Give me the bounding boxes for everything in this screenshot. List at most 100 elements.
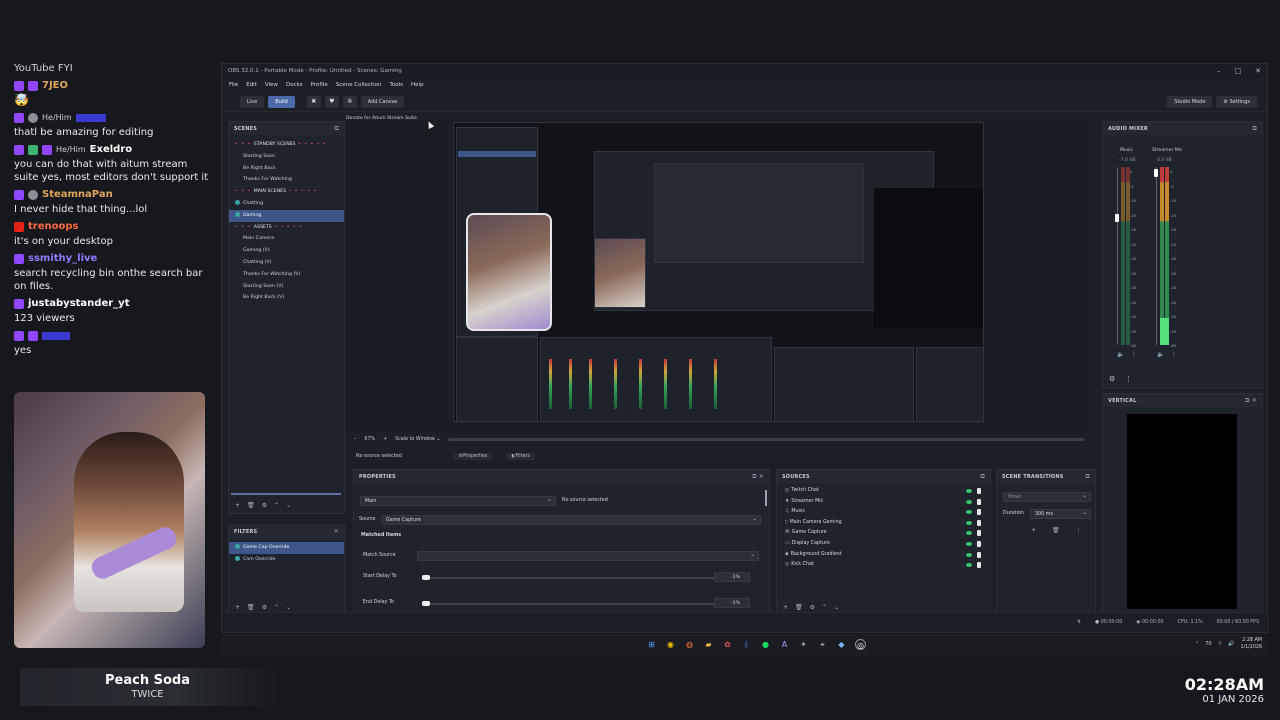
- lock-icon[interactable]: [977, 551, 981, 558]
- preview-canvas[interactable]: [453, 122, 984, 422]
- gear-icon[interactable]: ✲: [342, 95, 357, 108]
- trash-icon[interactable]: 🗑: [247, 502, 255, 509]
- lock-icon[interactable]: [977, 488, 981, 494]
- move-down-icon[interactable]: ⌄: [286, 604, 291, 611]
- end-delay-slider[interactable]: [424, 603, 714, 605]
- scene-item[interactable]: Starting Soon: [229, 151, 344, 163]
- menu-edit[interactable]: Edit: [246, 82, 257, 88]
- match-source-select[interactable]: [417, 550, 759, 561]
- visibility-eye-icon[interactable]: [966, 499, 972, 504]
- tools-icon[interactable]: ✖: [306, 95, 321, 108]
- scene-item[interactable]: Chatting: [229, 198, 344, 210]
- move-up-icon[interactable]: ⌃: [274, 502, 279, 509]
- zoom-in-icon[interactable]: +: [383, 437, 387, 442]
- scenes-scroll-track[interactable]: [231, 493, 341, 495]
- duration-spinbox[interactable]: 300 ms: [1030, 508, 1091, 519]
- properties-button[interactable]: ⚙Properties: [453, 452, 493, 460]
- start-delay-slider[interactable]: [424, 577, 714, 579]
- music-fader-track[interactable]: [1117, 167, 1118, 345]
- build-button[interactable]: Build: [268, 95, 295, 108]
- folder-icon[interactable]: ▰: [703, 639, 714, 650]
- source-select[interactable]: Game Capture: [381, 514, 761, 525]
- speaker-icon[interactable]: 🔈: [1157, 351, 1164, 358]
- mixer-more-icon[interactable]: ⋮: [1125, 375, 1132, 383]
- wifi-icon[interactable]: ⌔: [1218, 641, 1223, 647]
- source-item[interactable]: ◎ Kick Chat: [777, 560, 990, 571]
- visibility-eye-icon[interactable]: [966, 531, 972, 536]
- menu-docks[interactable]: Docks: [286, 82, 303, 88]
- mixer-settings-icon[interactable]: ⚙: [1109, 375, 1115, 383]
- menu-scene-collection[interactable]: Scene Collection: [336, 82, 382, 88]
- chrome-icon[interactable]: ◉: [665, 639, 676, 650]
- add-icon[interactable]: +: [783, 604, 788, 611]
- source-item[interactable]: ◆ Background Gradient: [777, 550, 990, 561]
- add-icon[interactable]: +: [1031, 527, 1036, 534]
- scene-group-header[interactable]: • • • STANDBY SCENES • • • • •: [229, 139, 344, 151]
- scene-item[interactable]: Main Camera: [229, 233, 344, 245]
- dock-close-icon[interactable]: ✕: [334, 528, 339, 535]
- source-item[interactable]: ♫ Music: [777, 507, 990, 518]
- visibility-eye-icon[interactable]: [966, 489, 972, 493]
- scene-item[interactable]: Gaming (V): [229, 245, 344, 257]
- end-delay-handle[interactable]: [422, 601, 430, 606]
- dock-float-icon[interactable]: ⧉ ✕: [752, 473, 764, 481]
- menu-file[interactable]: File: [229, 82, 238, 88]
- scene-group-header[interactable]: • • • MAIN SCENES • • • • •: [229, 186, 344, 198]
- spotify-icon[interactable]: ●: [760, 639, 771, 650]
- lock-icon[interactable]: [977, 498, 981, 505]
- maximize-icon[interactable]: □: [1235, 67, 1242, 75]
- scene-item[interactable]: Thanks For Watching (V): [229, 269, 344, 281]
- heart-icon[interactable]: ♥: [324, 95, 339, 108]
- start-delay-handle[interactable]: [422, 575, 430, 580]
- menu-help[interactable]: Help: [411, 82, 424, 88]
- close-icon[interactable]: ✕: [1255, 67, 1261, 75]
- lock-icon[interactable]: [977, 540, 981, 547]
- properties-scrollbar[interactable]: [765, 490, 767, 506]
- mic-fader-track[interactable]: [1156, 167, 1157, 345]
- trash-icon[interactable]: 🗑: [795, 604, 803, 611]
- scene-item[interactable]: Thanks For Watching: [229, 174, 344, 186]
- settings-icon[interactable]: ⚙: [262, 502, 267, 509]
- source-item[interactable]: ⌘ Game Capture: [777, 528, 990, 539]
- filter-item[interactable]: Game Cap Override: [229, 542, 344, 554]
- minimize-icon[interactable]: –: [1217, 67, 1221, 75]
- filters-button[interactable]: ◐Filters: [506, 452, 535, 460]
- zoom-out-icon[interactable]: –: [354, 437, 356, 442]
- more-icon[interactable]: ⋮: [1131, 351, 1137, 358]
- dock-float-icon[interactable]: ⧉: [981, 473, 985, 481]
- start-delay-value[interactable]: -1%: [714, 572, 750, 582]
- visibility-eye-icon[interactable]: [966, 520, 972, 525]
- visibility-eye-icon[interactable]: [966, 510, 972, 515]
- visibility-eye-icon[interactable]: [966, 552, 972, 557]
- lock-icon[interactable]: [977, 562, 981, 569]
- vertical-canvas[interactable]: [1127, 414, 1237, 609]
- mic-fader-handle[interactable]: [1154, 169, 1158, 177]
- settings-icon[interactable]: ⚙: [262, 604, 267, 611]
- settings-icon[interactable]: ⚙: [810, 604, 815, 611]
- source-item[interactable]: ◎ Twitch Chat: [777, 486, 990, 497]
- menu-view[interactable]: View: [265, 82, 278, 88]
- tray-clock[interactable]: 2:28 AM 1/1/2026: [1240, 637, 1262, 651]
- pin-icon[interactable]: ⌖: [817, 639, 828, 650]
- browser-icon[interactable]: ◍: [684, 639, 695, 650]
- more-icon[interactable]: ⋮: [1171, 351, 1177, 358]
- scale-select[interactable]: Scale to Window ⌄: [395, 437, 440, 442]
- move-down-icon[interactable]: ⌄: [286, 502, 291, 509]
- obs-icon[interactable]: ◎: [855, 639, 866, 650]
- settings-button[interactable]: ⚙ Settings: [1216, 95, 1257, 108]
- lock-icon[interactable]: [977, 530, 981, 537]
- app2-icon[interactable]: ◆: [836, 639, 847, 650]
- move-up-icon[interactable]: ⌃: [274, 604, 279, 611]
- menu-profile[interactable]: Profile: [311, 82, 328, 88]
- dock-float-icon[interactable]: ⧉: [1086, 473, 1090, 481]
- transition-select[interactable]: Move: [1003, 491, 1091, 502]
- add-canvas-button[interactable]: Add Canvas: [360, 95, 405, 108]
- trash-icon[interactable]: 🗑: [247, 604, 255, 611]
- filter-item[interactable]: Cam Override: [229, 554, 344, 566]
- move-up-icon[interactable]: ⌃: [822, 604, 827, 611]
- dock-close-icon[interactable]: ⧉ ✕: [1245, 397, 1257, 405]
- program-preview[interactable]: [348, 120, 1090, 430]
- main-select[interactable]: Main: [360, 495, 556, 506]
- add-icon[interactable]: +: [235, 502, 240, 509]
- scene-item[interactable]: Chatting (V): [229, 257, 344, 269]
